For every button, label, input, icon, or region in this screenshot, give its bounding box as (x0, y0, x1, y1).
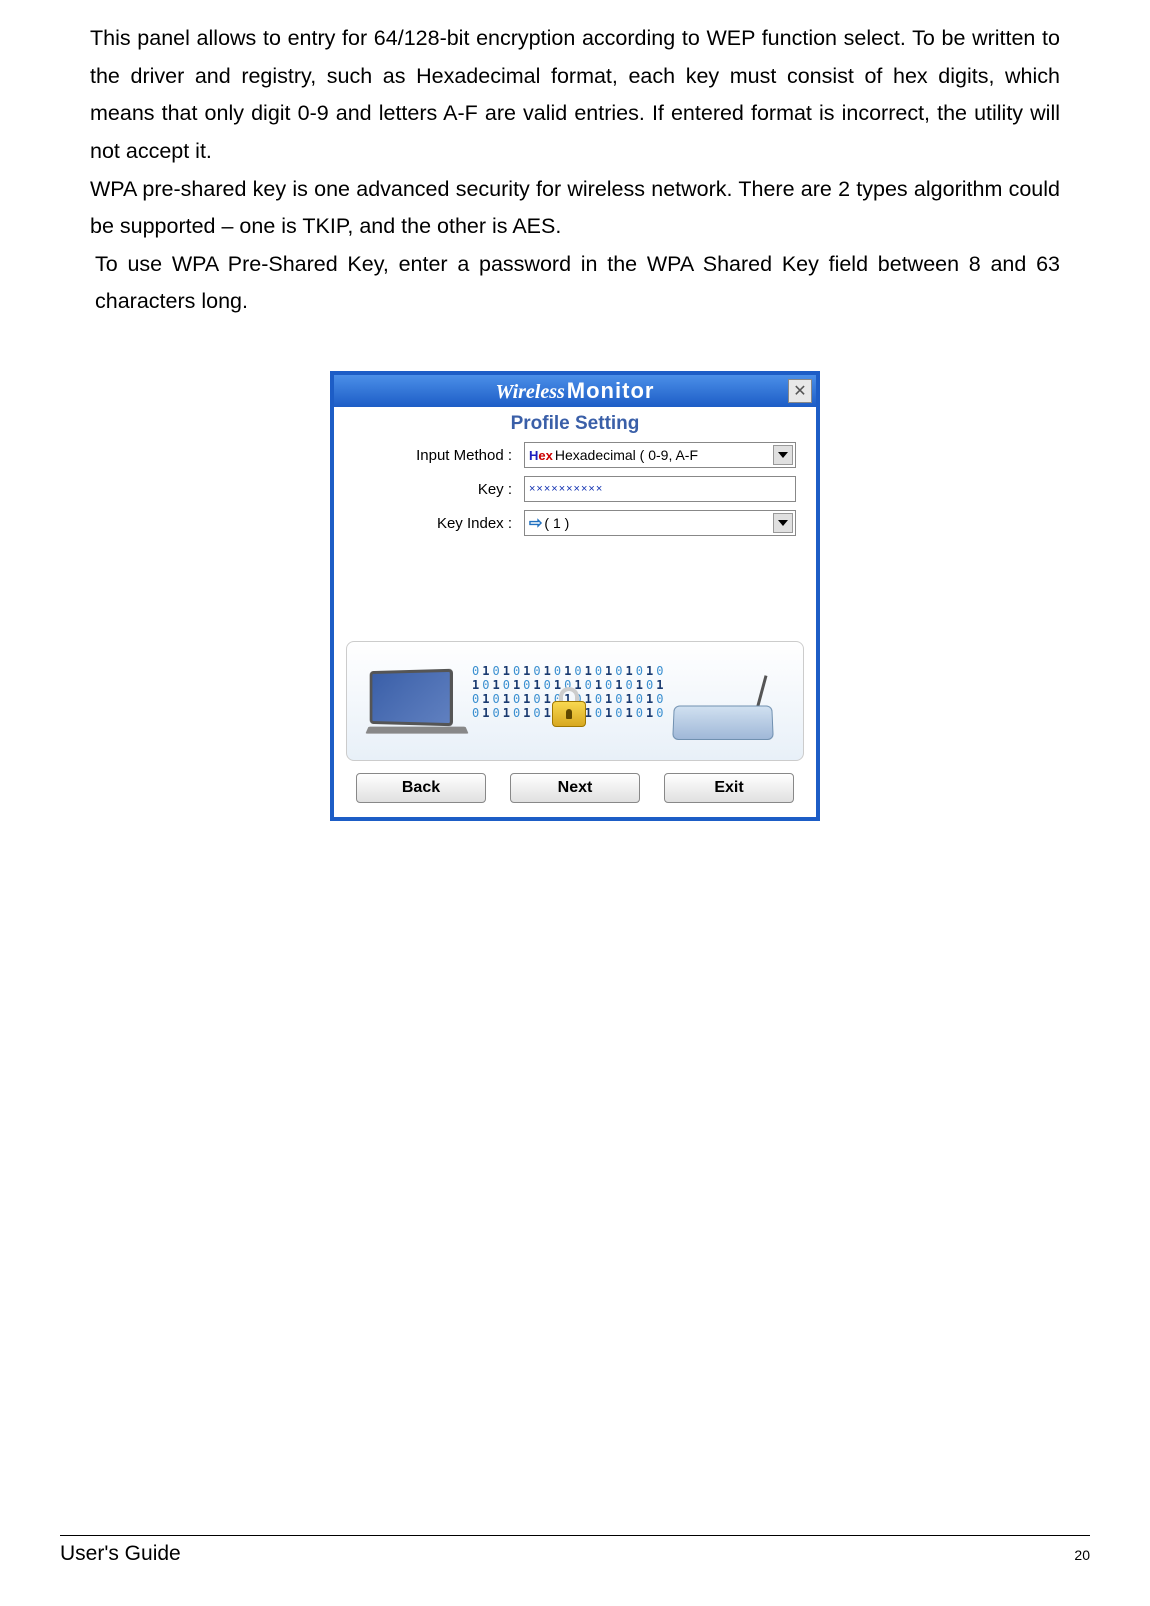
titlebar: Wireless Monitor ✕ (334, 375, 816, 407)
titlebar-text: Wireless Monitor (496, 378, 655, 404)
close-button[interactable]: ✕ (788, 379, 812, 403)
key-index-select[interactable]: ⇨ ( 1 ) (524, 510, 796, 536)
close-icon: ✕ (793, 381, 806, 401)
title-wireless: Wireless (496, 381, 565, 404)
footer-title: User's Guide (60, 1542, 181, 1566)
arrow-right-icon: ⇨ (529, 513, 542, 533)
hex-h: H (529, 448, 538, 463)
label-key: Key : (354, 481, 524, 498)
label-input-method: Input Method : (354, 447, 524, 464)
key-value: ×××××××××× (529, 483, 603, 495)
chevron-down-icon[interactable] (773, 513, 793, 533)
paragraph-wpa: WPA pre-shared key is one advanced secur… (90, 171, 1060, 246)
key-index-value: ( 1 ) (544, 515, 569, 531)
dialog-body: Profile Setting Input Method : Hex Hexad… (334, 407, 816, 817)
wireless-monitor-dialog: Wireless Monitor ✕ Profile Setting Input… (330, 371, 820, 821)
input-method-select[interactable]: Hex Hexadecimal ( 0-9, A-F (524, 442, 796, 468)
paragraph-wpa-psk: To use WPA Pre-Shared Key, enter a passw… (90, 246, 1060, 321)
hex-ex: ex (538, 448, 552, 463)
laptop-icon (367, 670, 477, 745)
exit-button[interactable]: Exit (664, 773, 794, 803)
page-footer: User's Guide 20 (60, 1535, 1090, 1566)
input-method-value: Hexadecimal ( 0-9, A-F (555, 447, 698, 463)
illustration: 0101010101010101010 1010101010101010101 … (346, 641, 804, 761)
page-number: 20 (1074, 1547, 1090, 1563)
title-monitor: Monitor (567, 378, 655, 404)
back-button[interactable]: Back (356, 773, 486, 803)
key-input[interactable]: ×××××××××× (524, 476, 796, 502)
lock-icon (552, 687, 586, 727)
router-icon (673, 685, 783, 740)
label-key-index: Key Index : (354, 515, 524, 532)
paragraph-wep: This panel allows to entry for 64/128-bi… (90, 20, 1060, 171)
chevron-down-icon[interactable] (773, 445, 793, 465)
next-button[interactable]: Next (510, 773, 640, 803)
dialog-subtitle: Profile Setting (511, 413, 640, 434)
